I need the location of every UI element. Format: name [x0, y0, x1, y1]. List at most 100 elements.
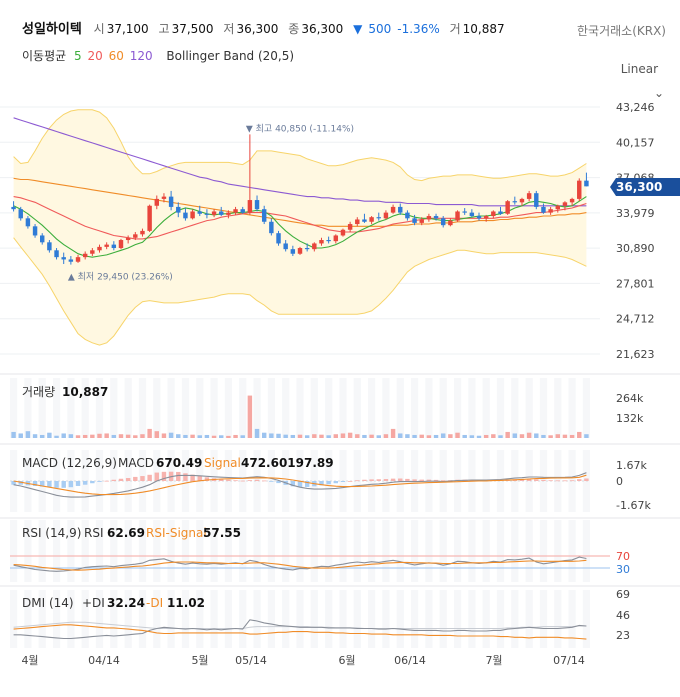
candle-body — [75, 257, 81, 262]
dmi-stripe — [468, 590, 476, 648]
candle-body — [118, 240, 124, 249]
volume-bar — [197, 435, 202, 438]
macd-histogram-bar — [125, 478, 131, 481]
price-tick-label: 43,246 — [616, 101, 655, 114]
volume-bar — [369, 434, 374, 438]
rsi-value: 62.69 — [107, 526, 145, 540]
candle-body — [254, 200, 260, 210]
rsi-stripe — [482, 520, 490, 582]
dmi-stripe — [210, 590, 218, 648]
macd-panel-title: MACD (12,26,9) — [22, 456, 117, 470]
volume-bar — [333, 434, 339, 438]
volume-bar — [541, 434, 546, 438]
volume-bar — [433, 434, 439, 438]
volume-bar — [168, 432, 174, 438]
volume-bar — [68, 434, 74, 438]
macd-histogram-bar — [147, 474, 152, 481]
volume-stripe — [267, 378, 275, 438]
macd-histogram-bar — [154, 472, 160, 481]
volume-bar — [319, 434, 324, 438]
candle-body — [326, 240, 331, 242]
candle-body — [18, 209, 23, 219]
rsi-stripe — [325, 520, 333, 582]
low-annotation: ▲ 최저 29,450 (23.26%) — [68, 272, 173, 283]
macd-histogram-bar — [534, 479, 539, 481]
volume-stripe — [496, 378, 505, 438]
volume-bar — [440, 433, 446, 438]
dmi-stripe — [568, 590, 576, 648]
x-tick-label: 4월 — [21, 654, 38, 667]
volume-stripe — [439, 378, 447, 438]
volume-bar — [283, 434, 288, 438]
candle-body — [555, 205, 560, 210]
macd-histogram-bar — [347, 481, 353, 482]
macd-histogram-bar — [405, 478, 410, 481]
rsi-stripe — [396, 520, 404, 582]
macd-histogram-bar — [577, 479, 582, 481]
last-price-tag: 36,300 — [610, 178, 680, 196]
dmi-stripe — [267, 590, 275, 648]
rsi-stripe — [468, 520, 476, 582]
macd-tick-label: 0 — [616, 475, 623, 488]
volume-bar — [304, 435, 310, 438]
candle-body — [104, 244, 109, 247]
high-annotation: ▼ 최고 40,850 (-11.14%) — [246, 123, 354, 134]
candle-body — [61, 257, 66, 260]
candle-body — [269, 221, 274, 234]
candle-body — [412, 218, 417, 223]
volume-bar — [233, 434, 238, 438]
volume-bar — [505, 431, 510, 438]
rsi-stripe — [425, 520, 433, 582]
volume-bar — [183, 434, 188, 438]
volume-stripe — [239, 378, 247, 438]
x-tick-label: 05/14 — [235, 654, 267, 667]
rsi-tick-label: 30 — [616, 563, 630, 576]
volume-bar — [104, 433, 109, 438]
rsi-stripe — [454, 520, 462, 582]
volume-stripe — [310, 378, 318, 438]
plus-di-label: +DI — [82, 596, 105, 610]
candle-body — [491, 211, 496, 217]
macd-histogram-bar — [569, 480, 575, 482]
candle-body — [304, 248, 310, 250]
macd-signal-value: 472.60197.89 — [241, 456, 334, 470]
volume-bar — [32, 434, 38, 438]
candle-body — [512, 201, 518, 203]
volume-stripe — [482, 378, 490, 438]
dmi-stripe — [325, 590, 333, 648]
volume-bar — [219, 435, 224, 438]
macd-histogram-bar — [254, 479, 260, 481]
volume-bar — [154, 431, 160, 438]
candle-body — [111, 244, 117, 249]
macd-histogram-bar — [355, 480, 360, 482]
macd-histogram-bar — [584, 478, 589, 481]
candle-body — [440, 218, 446, 226]
dmi-stripe — [10, 590, 18, 648]
volume-bar — [483, 434, 489, 438]
macd-histogram-bar — [562, 480, 568, 482]
volume-bar — [569, 434, 575, 438]
candle-body — [541, 206, 546, 213]
volume-bar — [82, 434, 88, 438]
dmi-stripe — [296, 590, 304, 648]
candle-body — [226, 212, 231, 215]
dmi-stripe — [368, 590, 376, 648]
macd-histogram-bar — [54, 481, 59, 488]
x-tick-label: 06/14 — [394, 654, 426, 667]
candle-body — [168, 196, 174, 207]
macd-histogram-bar — [398, 478, 403, 481]
price-tick-label: 33,979 — [616, 207, 655, 220]
candle-body — [562, 202, 568, 206]
stock-chart[interactable]: 43,24640,15737,06833,97930,89027,80124,7… — [0, 0, 680, 697]
macd-histogram-bar — [269, 481, 274, 482]
candle-body — [97, 246, 102, 251]
macd-histogram-bar — [333, 481, 339, 484]
candle-body — [369, 217, 374, 222]
volume-bar — [125, 434, 131, 438]
rsi-stripe — [525, 520, 533, 582]
dmi-stripe — [396, 590, 404, 648]
volume-bar — [390, 428, 396, 438]
candle-body — [233, 209, 238, 213]
rsi-stripe — [539, 520, 548, 582]
volume-bar — [226, 435, 231, 438]
